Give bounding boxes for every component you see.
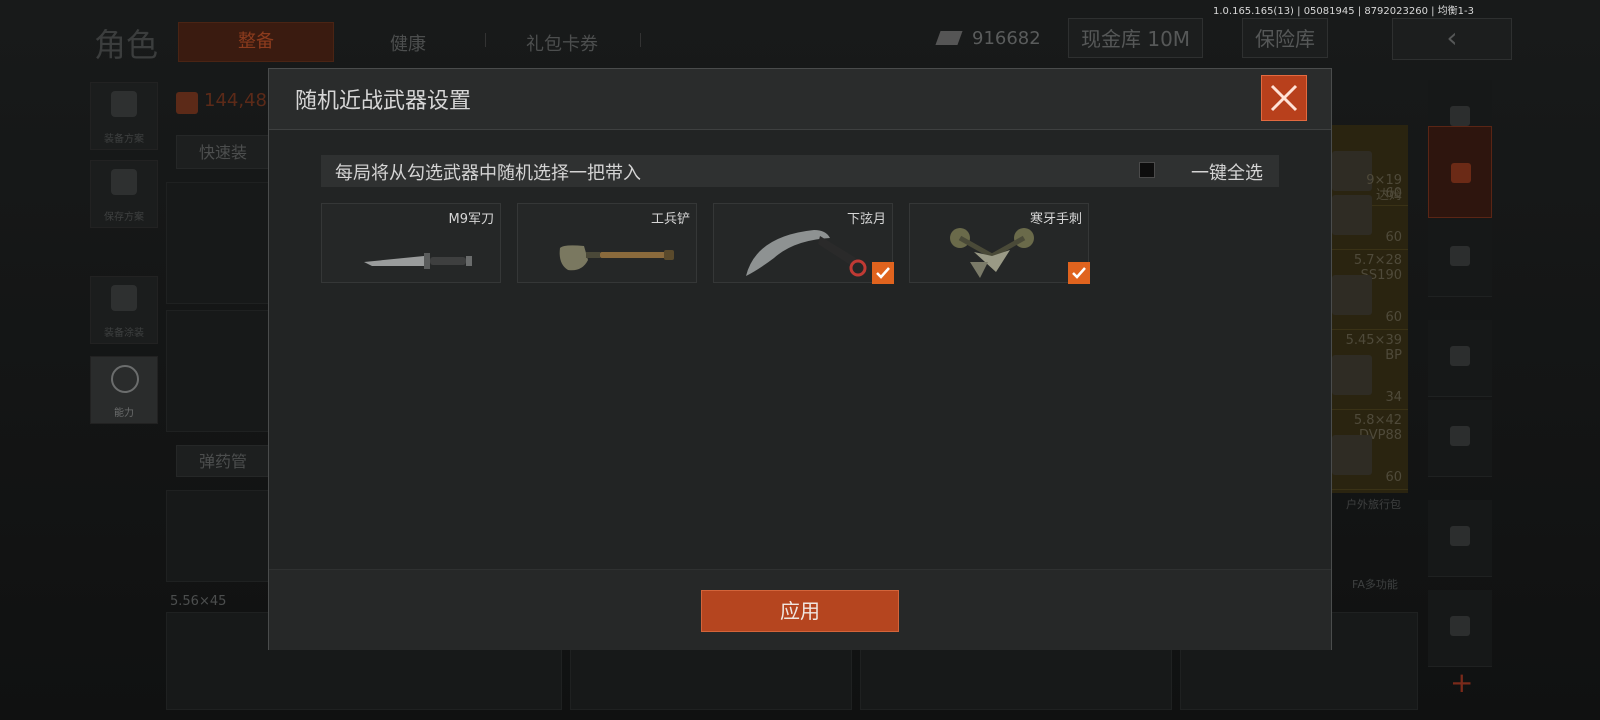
money-amount: 916682: [972, 28, 1041, 49]
download-icon: [111, 169, 137, 195]
ammo-box-icon: [1332, 355, 1372, 395]
check-icon: [876, 267, 890, 279]
loadout-plans-label: 装备方案: [104, 134, 144, 145]
equipment-skin-label: 装备涂装: [104, 328, 144, 339]
helmet-icon: [111, 285, 137, 311]
category-mount[interactable]: [1428, 590, 1492, 667]
weight-value: 144,48: [204, 90, 267, 111]
equipment-slot[interactable]: [166, 310, 278, 432]
m9-knife-icon: [364, 253, 472, 269]
shovel-icon: [559, 245, 674, 271]
equipment-skin-button[interactable]: 装备涂装: [90, 276, 158, 344]
mount-icon: [1450, 616, 1470, 636]
fa-label: FA多功能: [1352, 578, 1398, 591]
dialog-title: 随机近战武器设置: [295, 89, 472, 114]
magazine-icon: [1450, 426, 1470, 446]
ability-label: 能力: [114, 408, 134, 419]
ammo-count: 60: [1385, 470, 1402, 485]
ability-button[interactable]: 能力: [90, 356, 158, 424]
lightning-icon: [111, 365, 139, 393]
hand-spike-icon: [950, 228, 1034, 278]
dialog-header: 随机近战武器设置: [269, 69, 1331, 130]
weapon-card-karambit[interactable]: 下弦月: [713, 203, 894, 284]
backpack-icon: [111, 91, 137, 117]
grip-icon: [1450, 526, 1470, 546]
weapon-card-shovel[interactable]: 工兵铲: [517, 203, 697, 283]
tab-gift-vouchers[interactable]: 礼包卡券: [526, 30, 598, 56]
cash-vault-button[interactable]: 现金库 10M: [1068, 18, 1204, 58]
loadout-plans-button[interactable]: 装备方案: [90, 82, 158, 150]
quick-equip-button[interactable]: 快速装: [176, 135, 276, 169]
close-button[interactable]: [1261, 75, 1307, 121]
weapon-card-hand-spike[interactable]: 寒牙手刺: [909, 203, 1090, 284]
weapon-card-m9-knife[interactable]: M9军刀: [321, 203, 501, 283]
category-magazine[interactable]: [1428, 400, 1492, 477]
back-button[interactable]: ‹: [1392, 18, 1512, 60]
check-icon: [1072, 267, 1086, 279]
close-icon: [1270, 84, 1298, 112]
category-active[interactable]: [1428, 126, 1492, 218]
ammo-count: 34: [1385, 390, 1402, 405]
weapon-slot[interactable]: [166, 490, 278, 582]
tab-divider: [485, 33, 486, 47]
money-icon: [935, 31, 963, 45]
category-grip[interactable]: [1428, 500, 1492, 577]
ammo-count: 60: [1385, 310, 1402, 325]
ammo-count: 60: [1385, 230, 1402, 245]
layers-icon: [1450, 106, 1470, 126]
tab-equip[interactable]: 整备: [178, 22, 334, 62]
dialog-footer: 应用: [269, 569, 1331, 650]
ammo-box-icon: [1332, 435, 1372, 475]
select-all-toggle[interactable]: 一键全选: [1133, 159, 1263, 184]
tab-health[interactable]: 健康: [390, 30, 426, 56]
layers-icon: [1451, 163, 1471, 183]
equipment-slot[interactable]: [166, 182, 278, 304]
ammo-box-icon: [1332, 195, 1372, 235]
safe-vault-button[interactable]: 保险库: [1242, 18, 1328, 58]
ammo-manager-button[interactable]: 弹药管: [176, 445, 276, 477]
save-plan-label: 保存方案: [104, 212, 144, 223]
rifle-icon: [1450, 346, 1470, 366]
karambit-icon: [746, 230, 867, 277]
bag-label: 户外旅行包: [1346, 498, 1401, 511]
ammo-caliber-label: 5.56×45: [170, 594, 227, 609]
instruction-bar: 每局将从勾选武器中随机选择一把带入 一键全选: [321, 155, 1279, 187]
apply-button[interactable]: 应用: [701, 590, 899, 632]
selected-checkmark: [1068, 262, 1090, 284]
select-all-label: 一键全选: [1191, 163, 1263, 184]
version-string: 1.0.165.165(13) | 05081945 | 8792023260 …: [1213, 6, 1474, 17]
category-rail: [1428, 80, 1492, 710]
character-title: 角色: [94, 26, 159, 64]
ammo-box-icon: [1332, 275, 1372, 315]
select-all-checkbox[interactable]: [1139, 162, 1155, 178]
chevron-left-icon: ‹: [1446, 21, 1458, 54]
save-plan-button[interactable]: 保存方案: [90, 160, 158, 228]
instruction-text: 每局将从勾选武器中随机选择一把带入: [335, 163, 641, 184]
random-melee-dialog: 随机近战武器设置 每局将从勾选武器中随机选择一把带入 一键全选 M9军刀 工兵铲: [268, 68, 1332, 650]
weight-icon: [176, 92, 198, 114]
plus-icon[interactable]: +: [1450, 666, 1473, 699]
helmet-icon: [1450, 246, 1470, 266]
tab-divider: [640, 33, 641, 47]
category-helmet[interactable]: [1428, 220, 1492, 297]
selected-checkmark: [872, 262, 894, 284]
category-rifle[interactable]: [1428, 320, 1492, 397]
